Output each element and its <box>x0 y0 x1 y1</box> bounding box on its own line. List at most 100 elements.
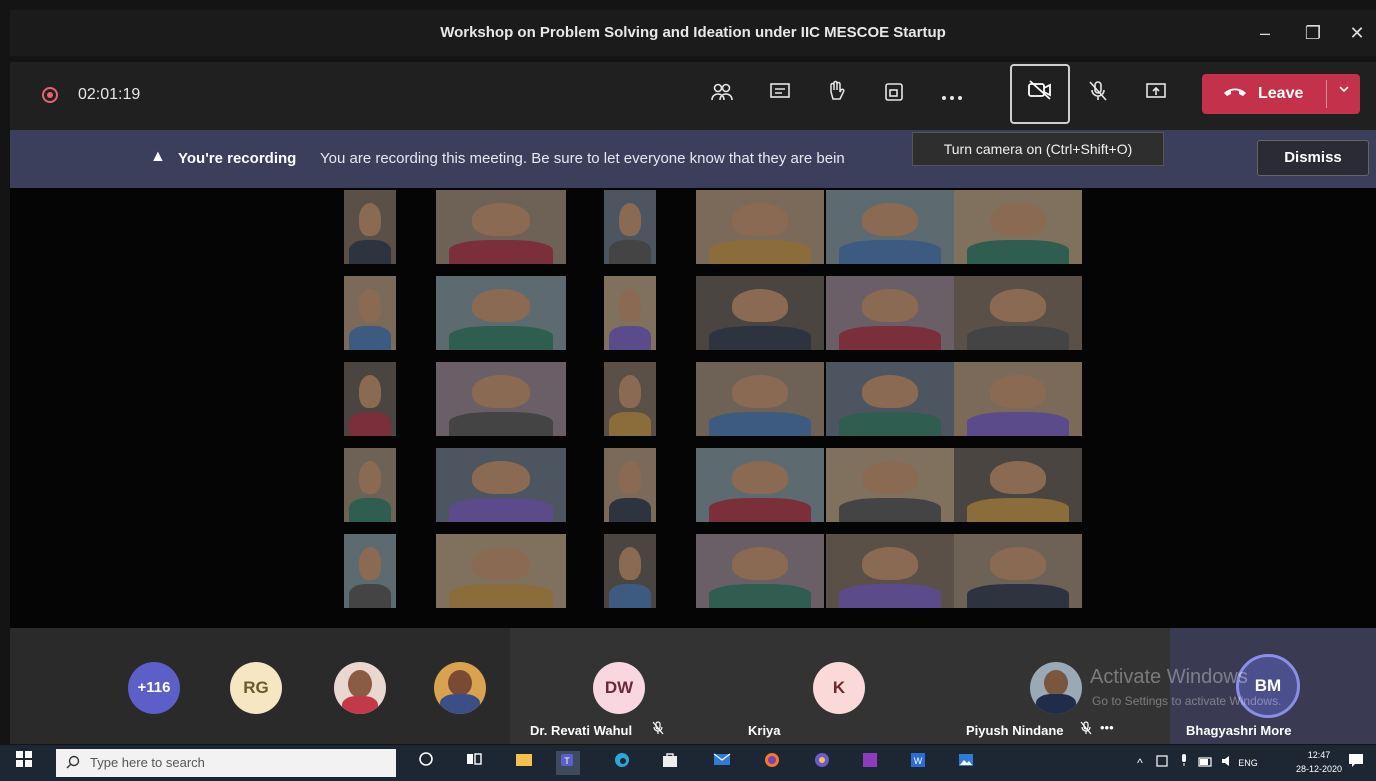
participant-video-tile[interactable] <box>954 448 1082 522</box>
participant-body <box>349 412 391 436</box>
participant-video-tile[interactable] <box>604 276 656 350</box>
avatar[interactable]: RG <box>230 662 282 714</box>
participant-video-tile[interactable] <box>604 190 656 264</box>
avatar[interactable]: K <box>813 662 865 714</box>
tray-app-icon[interactable] <box>1150 751 1174 775</box>
svg-text:W: W <box>914 756 923 766</box>
avatar[interactable] <box>1030 662 1082 714</box>
participant-body <box>838 326 942 350</box>
participant-video-tile[interactable] <box>954 534 1082 608</box>
leave-button[interactable]: Leave <box>1202 74 1360 114</box>
participant-video-tile[interactable] <box>954 362 1082 436</box>
windows-start-icon[interactable] <box>12 751 36 775</box>
firefox-icon[interactable] <box>760 751 784 775</box>
app-icon[interactable] <box>810 751 834 775</box>
participant-body <box>708 584 812 608</box>
store-icon[interactable] <box>658 751 682 775</box>
participant-face <box>358 289 382 322</box>
onenote-icon[interactable] <box>858 751 882 775</box>
maximize-button[interactable]: ❐ <box>1296 20 1330 46</box>
avatar[interactable] <box>434 662 486 714</box>
participant-video-tile[interactable] <box>604 362 656 436</box>
participant-face <box>989 375 1047 408</box>
participant-body <box>609 498 651 522</box>
camera-off-icon <box>1028 80 1051 100</box>
meeting-toolbar: 02:01:19 Leave <box>10 62 1376 130</box>
participant-video-tile[interactable] <box>826 448 954 522</box>
more-options-icon[interactable] <box>934 78 970 114</box>
participants-icon[interactable] <box>704 78 740 114</box>
participant-video-tile[interactable] <box>344 448 396 522</box>
chat-icon[interactable] <box>762 78 798 114</box>
participant-video-tile[interactable] <box>604 448 656 522</box>
participant-face <box>472 547 530 580</box>
participant-face <box>989 461 1047 494</box>
activate-windows-watermark: Activate Windows <box>1090 666 1248 688</box>
participant-video-tile[interactable] <box>436 448 566 522</box>
meeting-timer: 02:01:19 <box>78 86 141 103</box>
close-button[interactable]: ✕ <box>1340 20 1374 46</box>
participant-body <box>708 240 812 264</box>
participant-video-tile[interactable] <box>696 276 824 350</box>
participant-face <box>358 461 382 494</box>
minimize-button[interactable]: – <box>1248 20 1282 46</box>
share-screen-icon[interactable] <box>1138 78 1174 114</box>
participant-video-tile[interactable] <box>826 276 954 350</box>
participant-video-tile[interactable] <box>344 190 396 264</box>
participant-video-tile[interactable] <box>436 276 566 350</box>
notifications-icon[interactable] <box>1344 751 1368 775</box>
participant-face <box>861 461 919 494</box>
participant-video-tile[interactable] <box>344 534 396 608</box>
word-icon[interactable]: W <box>906 751 930 775</box>
raise-hand-icon[interactable] <box>818 78 854 114</box>
tray-mic-icon[interactable] <box>1172 751 1196 775</box>
participant-video-tile[interactable] <box>436 362 566 436</box>
participant-video-tile[interactable] <box>696 362 824 436</box>
taskbar-search-box[interactable]: Type here to search <box>56 749 396 777</box>
language-indicator[interactable]: ENG <box>1236 751 1260 775</box>
participant-body <box>966 326 1070 350</box>
participant-video-tile[interactable] <box>436 190 566 264</box>
participant-video-tile[interactable] <box>696 190 824 264</box>
participant-video-tile[interactable] <box>344 362 396 436</box>
edge-icon[interactable] <box>610 751 634 775</box>
file-explorer-icon[interactable] <box>512 751 536 775</box>
participant-video-tile[interactable] <box>604 534 656 608</box>
participant-face <box>618 289 642 322</box>
breakout-rooms-icon[interactable] <box>876 78 912 114</box>
participant-video-tile[interactable] <box>954 190 1082 264</box>
participant-body <box>838 584 942 608</box>
chevron-down-icon[interactable] <box>1338 82 1350 100</box>
more-options-icon[interactable]: ••• <box>1100 720 1114 735</box>
more-participants-badge[interactable]: +116 <box>128 662 180 714</box>
participant-video-tile[interactable] <box>826 362 954 436</box>
participant-video-tile[interactable] <box>436 534 566 608</box>
participant-name: Kriya <box>748 723 781 738</box>
participant-body <box>449 412 553 436</box>
photos-icon[interactable] <box>954 751 978 775</box>
window-title: Workshop on Problem Solving and Ideation… <box>440 24 946 41</box>
participant-body <box>966 412 1070 436</box>
avatar[interactable]: DW <box>593 662 645 714</box>
tray-chevron-icon[interactable]: ^ <box>1128 751 1152 775</box>
participant-name: Bhagyashri More <box>1186 723 1292 738</box>
cortana-icon[interactable] <box>414 751 438 775</box>
dismiss-button[interactable]: Dismiss <box>1257 140 1369 176</box>
participant-video-tile[interactable] <box>344 276 396 350</box>
participant-video-tile[interactable] <box>954 276 1082 350</box>
teams-icon[interactable]: T <box>556 751 580 775</box>
camera-toggle-button[interactable] <box>1010 64 1070 124</box>
mail-icon[interactable] <box>710 751 734 775</box>
participant-face <box>861 289 919 322</box>
participant-face <box>731 203 789 236</box>
avatar[interactable] <box>334 662 386 714</box>
leave-label: Leave <box>1258 85 1304 102</box>
battery-icon[interactable] <box>1194 751 1218 775</box>
participant-video-tile[interactable] <box>826 190 954 264</box>
participant-video-tile[interactable] <box>826 534 954 608</box>
participant-video-tile[interactable] <box>696 534 824 608</box>
task-view-icon[interactable] <box>462 751 486 775</box>
participant-video-tile[interactable] <box>696 448 824 522</box>
taskbar-clock[interactable]: 12:47 28-12-2020 <box>1296 748 1342 776</box>
microphone-off-icon[interactable] <box>1080 78 1116 114</box>
